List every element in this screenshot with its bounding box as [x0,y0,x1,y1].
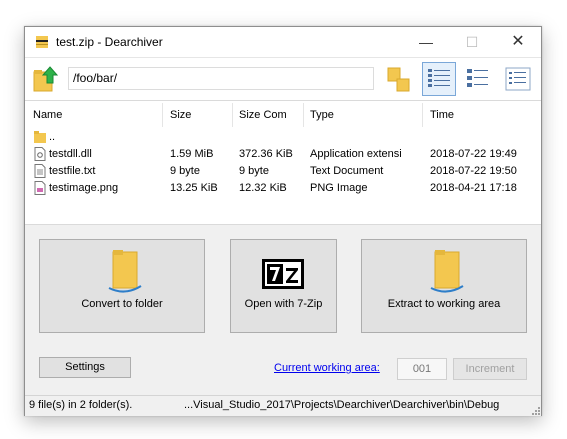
file-size-compressed: 372.36 KiB [239,148,293,160]
title-bar[interactable]: test.zip - Dearchiver — ☐ ✕ [25,27,541,57]
window-title: test.zip - Dearchiver [56,35,163,49]
list-item[interactable]: testimage.png 13.25 KiB 12.32 KiB PNG Im… [25,180,541,197]
column-separator[interactable] [232,103,233,127]
open7z-label: Open with 7-Zip [244,298,323,310]
column-header-time[interactable]: Time [430,109,454,121]
status-file-count: 9 file(s) in 2 folder(s). [29,399,133,411]
working-area-field[interactable]: 001 [397,358,447,380]
app-zip-icon [36,36,48,48]
close-button[interactable]: ✕ [495,27,541,57]
increment-button[interactable]: Increment [453,358,527,380]
settings-button[interactable]: Settings [39,357,131,378]
tile-view-icon [387,67,410,92]
list-item[interactable]: .. [25,129,541,146]
open-with-7zip-button[interactable]: Open with 7-Zip [230,239,337,333]
resize-grip-icon[interactable] [530,405,540,415]
path-input[interactable] [69,68,372,88]
file-type: PNG Image [310,182,368,194]
small-icons-view-icon [505,67,531,91]
file-size-compressed: 12.32 KiB [239,182,287,194]
file-type: Application extensi [310,148,402,160]
extract-label: Extract to working area [387,298,501,310]
status-path: ...Visual_Studio_2017\Projects\Dearchive… [184,399,500,411]
file-time: 2018-04-21 17:18 [430,182,517,194]
app-window: test.zip - Dearchiver — ☐ ✕ /foo/bar/ Na… [24,26,542,416]
list-view-button[interactable] [461,62,495,96]
file-name: testimage.png [49,182,119,194]
list-view-icon [467,69,488,87]
folder-extract-icon [430,250,464,293]
list-item[interactable]: testfile.txt 9 byte 9 byte Text Document… [25,163,541,180]
column-header-type[interactable]: Type [310,109,334,121]
column-separator[interactable] [303,103,304,127]
convert-to-folder-button[interactable]: Convert to folder [39,239,205,333]
column-header-size-compressed[interactable]: Size Com [239,109,287,121]
convert-label: Convert to folder [81,298,163,310]
column-separator[interactable] [162,103,163,127]
file-type: Text Document [310,165,384,177]
status-bar: 9 file(s) in 2 folder(s). ...Visual_Stud… [25,395,541,416]
file-size: 13.25 KiB [170,182,218,194]
file-size: 9 byte [170,165,200,177]
file-time: 2018-07-22 19:49 [430,148,517,160]
folder-convert-icon [108,250,142,293]
toolbar [25,57,541,100]
image-file-icon [34,181,46,195]
file-size: 1.59 MiB [170,148,214,160]
folder-up-button[interactable] [32,65,60,93]
file-name: testdll.dll [49,148,92,160]
path-field[interactable] [68,67,374,90]
extract-to-working-area-button[interactable]: Extract to working area [361,239,527,333]
text-file-icon [34,164,46,178]
tile-view-button[interactable] [382,62,416,96]
column-header-name[interactable]: Name [33,109,62,121]
details-view-icon [428,69,450,87]
file-size-compressed: 9 byte [239,165,269,177]
dll-file-icon [34,147,46,161]
7zip-icon [262,259,304,289]
column-header-row: Name Size Size Com Type Time [25,101,541,129]
maximize-button[interactable]: ☐ [449,27,495,57]
minimize-button[interactable]: — [403,27,449,57]
folder-up-icon [33,66,59,92]
small-icons-view-button[interactable] [501,62,535,96]
column-separator[interactable] [422,103,423,127]
column-header-size[interactable]: Size [170,109,191,121]
file-name: .. [49,131,56,143]
file-name: testfile.txt [49,165,96,177]
details-view-button[interactable] [422,62,456,96]
file-time: 2018-07-22 19:50 [430,165,517,177]
list-item[interactable]: testdll.dll 1.59 MiB 372.36 KiB Applicat… [25,146,541,163]
folder-icon [34,131,46,143]
file-list[interactable]: Name Size Size Com Type Time .. testdll.… [25,100,541,225]
current-working-area-link[interactable]: Current working area: [274,362,380,374]
